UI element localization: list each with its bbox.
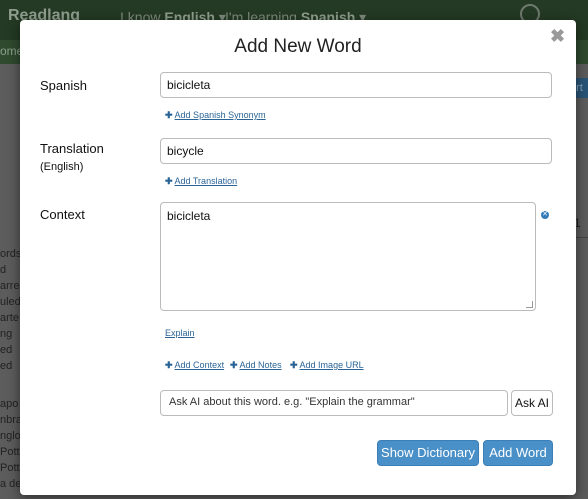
ask-ai-button[interactable]: Ask AI — [511, 390, 553, 416]
plus-icon: ✚ — [165, 176, 173, 186]
explain-link[interactable]: Explain — [165, 328, 195, 338]
add-spanish-synonym-label: Add Spanish Synonym — [174, 110, 266, 120]
add-notes-label: Add Notes — [239, 360, 282, 370]
add-word-dialog: Add New Word ✖ Spanish bicicleta ✚ Add Sp… — [20, 20, 576, 495]
spanish-input[interactable]: bicicleta — [160, 72, 552, 98]
add-context-link[interactable]: ✚ Add Context — [165, 360, 224, 371]
translation-label: Translation — [40, 141, 104, 156]
list-item: arre — [0, 280, 20, 292]
list-item: ed — [0, 344, 13, 356]
resize-grip-icon[interactable] — [526, 301, 533, 308]
list-item: uled — [0, 296, 21, 308]
plus-icon: ✚ — [290, 360, 298, 370]
ask-ai-input[interactable]: Ask AI about this word. e.g. "Explain th… — [160, 390, 508, 416]
plus-icon: ✚ — [230, 360, 238, 370]
context-text: bicicleta — [167, 209, 211, 223]
add-image-url-link[interactable]: ✚ Add Image URL — [290, 360, 364, 371]
list-item: d — [0, 264, 7, 276]
add-context-label: Add Context — [174, 360, 225, 370]
remove-context-icon[interactable]: ✕ — [541, 211, 549, 219]
show-dictionary-button[interactable]: Show Dictionary — [377, 440, 479, 466]
add-spanish-synonym-link[interactable]: ✚ Add Spanish Synonym — [165, 110, 266, 121]
close-icon[interactable]: ✖ — [550, 26, 565, 47]
background-word-list: ords d arre uled arte ng ed ed — [0, 246, 21, 374]
plus-icon: ✚ — [165, 110, 173, 120]
context-label: Context — [40, 207, 85, 222]
add-word-button[interactable]: Add Word — [483, 440, 553, 466]
list-item: ed — [0, 360, 13, 372]
add-translation-link[interactable]: ✚ Add Translation — [165, 176, 237, 187]
spanish-label: Spanish — [40, 78, 87, 93]
translation-language-label: (English) — [40, 161, 84, 173]
list-item: arte — [0, 312, 19, 324]
add-translation-label: Add Translation — [174, 176, 238, 186]
add-notes-link[interactable]: ✚ Add Notes — [230, 360, 282, 371]
context-textarea[interactable]: bicicleta — [160, 202, 536, 311]
add-image-url-label: Add Image URL — [299, 360, 364, 370]
translation-input[interactable]: bicycle — [160, 138, 552, 164]
plus-icon: ✚ — [165, 360, 173, 370]
list-item: ng — [0, 328, 13, 340]
dialog-title: Add New Word — [234, 36, 362, 57]
list-item: ords — [0, 248, 22, 260]
